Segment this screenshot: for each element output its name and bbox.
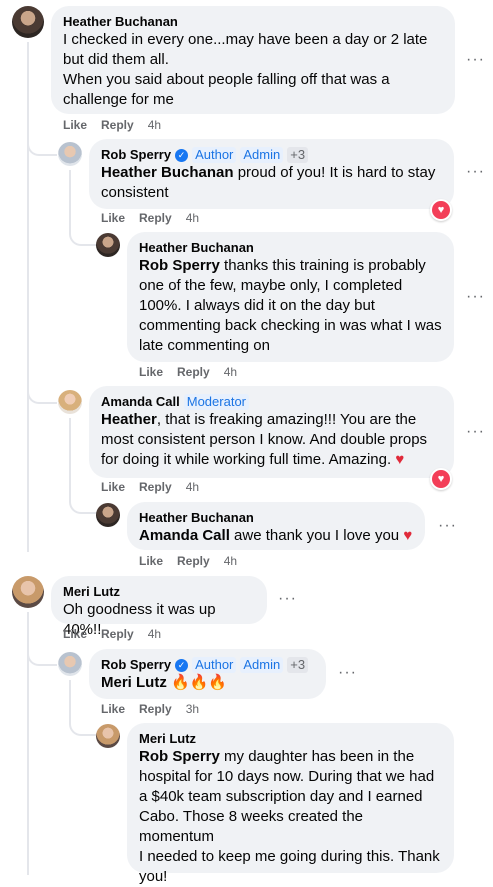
mention[interactable]: Meri Lutz [101,674,167,691]
timestamp[interactable]: 4h [224,365,237,379]
avatar[interactable] [58,652,82,676]
avatar[interactable] [96,724,120,748]
author-badge[interactable]: Author [192,657,237,673]
thread-line [27,42,29,552]
more-options-icon[interactable]: ··· [338,665,357,681]
mention[interactable]: Amanda Call [139,527,230,544]
mention[interactable]: Rob Sperry [139,257,220,274]
reply-button[interactable]: Reply [139,480,172,494]
admin-badge[interactable]: Admin [240,657,284,673]
comment-text: Heather, that is freaking amazing!!! You… [101,411,428,468]
like-button[interactable]: Like [63,118,87,132]
thread-line [69,418,71,498]
thread-curve [69,230,97,246]
avatar[interactable] [12,576,44,608]
comment-bubble: Rob Sperry ✓ Author Admin +3 Meri Lutz 🔥… [89,649,326,699]
avatar[interactable] [96,233,120,257]
comment-bubble: Rob Sperry ✓ Author Admin +3 Heather Buc… [89,139,454,209]
thread-curve [69,498,97,514]
thread-curve [69,720,97,736]
comment-bubble: Meri Lutz Oh goodness it was up 40%!! [51,576,267,638]
author-name: Rob Sperry ✓ Author Admin +3 [101,147,442,163]
comment-text: Heather Buchanan proud of you! It is har… [101,164,436,201]
reply-button[interactable]: Reply [101,118,134,132]
reply-button[interactable]: Reply [139,211,172,225]
more-options-icon[interactable]: ··· [278,591,297,607]
author-name[interactable]: Heather Buchanan [139,240,442,256]
comment-actions: Like Reply 4h [139,554,237,568]
avatar[interactable] [58,142,82,166]
heart-emoji: ♥ [403,527,413,544]
like-button[interactable]: Like [101,702,125,716]
timestamp[interactable]: 4h [148,627,161,641]
comment-bubble: Heather Buchanan I checked in every one.… [51,6,455,114]
author-name: Amanda Call Moderator [101,394,442,410]
thread-line [69,680,71,720]
author-badge[interactable]: Author [192,147,237,163]
thread-curve [27,388,57,404]
admin-badge[interactable]: Admin [240,147,284,163]
like-button[interactable]: Like [63,627,87,641]
more-options-icon[interactable]: ··· [466,52,485,68]
like-button[interactable]: Like [101,480,125,494]
verified-icon: ✓ [175,148,189,162]
comment-actions: Like Reply 4h [63,627,161,641]
verified-icon: ✓ [175,658,189,672]
more-badges[interactable]: +3 [287,147,309,163]
moderator-badge[interactable]: Moderator [183,394,249,410]
more-badges[interactable]: +3 [287,657,309,673]
love-reaction-icon[interactable]: ♥ [430,199,452,221]
more-options-icon[interactable]: ··· [466,164,485,180]
avatar[interactable] [58,390,82,414]
reply-button[interactable]: Reply [177,554,210,568]
mention[interactable]: Heather Buchanan [101,164,234,181]
comment-text: Amanda Call awe thank you I love you ♥ [139,527,413,544]
reply-button[interactable]: Reply [101,627,134,641]
love-reaction-icon[interactable]: ♥ [430,468,452,490]
comment-bubble: Amanda Call Moderator Heather, that is f… [89,386,454,478]
comment-text: Meri Lutz 🔥🔥🔥 [101,673,314,693]
comment-actions: Like Reply 4h [101,480,199,494]
comment-bubble: Heather Buchanan Amanda Call awe thank y… [127,502,425,550]
avatar[interactable] [96,503,120,527]
comment-bubble: Meri Lutz Rob Sperry my daughter has bee… [127,723,454,885]
fire-emoji: 🔥🔥🔥 [171,674,228,691]
comment-text: Rob Sperry thanks this training is proba… [139,257,442,354]
like-button[interactable]: Like [101,211,125,225]
comment-text: I checked in every one...may have been a… [63,31,428,108]
comment-bubble: Heather Buchanan Rob Sperry thanks this … [127,232,454,362]
reply-button[interactable]: Reply [139,702,172,716]
avatar[interactable] [12,6,44,38]
author-name[interactable]: Heather Buchanan [63,14,443,30]
like-button[interactable]: Like [139,554,163,568]
author-name[interactable]: Heather Buchanan [139,510,413,526]
timestamp[interactable]: 4h [224,554,237,568]
comment-actions: Like Reply 4h [101,211,199,225]
heart-emoji: ♥ [395,451,405,468]
mention[interactable]: Heather [101,411,157,428]
comment-actions: Like Reply 3h [101,702,199,716]
thread-line [69,170,71,230]
thread-curve [27,140,57,156]
timestamp[interactable]: 4h [148,118,161,132]
comment-actions: Like Reply 4h [139,365,237,379]
like-button[interactable]: Like [139,365,163,379]
timestamp[interactable]: 4h [186,211,199,225]
comment-actions: Like Reply 4h [63,118,161,132]
author-name[interactable]: Meri Lutz [139,731,442,747]
more-options-icon[interactable]: ··· [466,424,485,440]
comment-text: Rob Sperry my daughter has been in the h… [139,748,440,885]
thread-curve [27,650,57,666]
author-name: Rob Sperry ✓ Author Admin +3 [101,657,314,673]
more-options-icon[interactable]: ··· [466,289,485,305]
author-name[interactable]: Meri Lutz [63,584,255,600]
more-options-icon[interactable]: ··· [438,518,457,534]
timestamp[interactable]: 4h [186,480,199,494]
mention[interactable]: Rob Sperry [139,748,220,765]
timestamp[interactable]: 3h [186,702,199,716]
reply-button[interactable]: Reply [177,365,210,379]
